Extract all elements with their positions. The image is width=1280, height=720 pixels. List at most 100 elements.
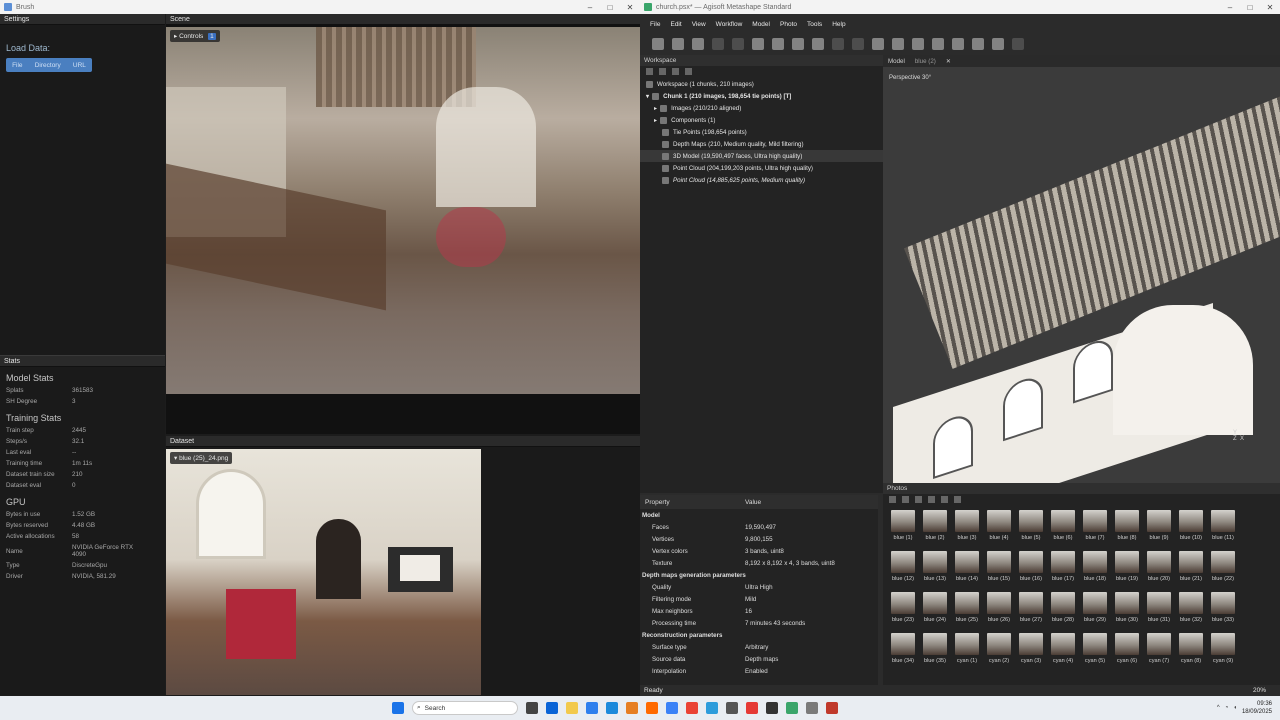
photo-thumbnail[interactable]: blue (1) [887, 510, 919, 547]
photo-thumbnail[interactable]: blue (8) [1111, 510, 1143, 547]
menu-model[interactable]: Model [752, 21, 770, 28]
navigate-icon[interactable] [912, 38, 924, 50]
photo-thumbnail[interactable]: blue (13) [919, 551, 951, 588]
close-icon[interactable]: ✕ [941, 58, 956, 65]
camera-icon[interactable] [992, 38, 1004, 50]
mail-icon[interactable] [706, 702, 718, 714]
crop-icon[interactable] [852, 38, 864, 50]
photo-thumbnail[interactable]: blue (16) [1015, 551, 1047, 588]
minimize-icon[interactable]: – [1220, 3, 1240, 12]
view-mode-icon[interactable] [954, 496, 961, 503]
tree-item[interactable]: Point Cloud (204,199,203 points, Ultra h… [640, 162, 883, 174]
close-icon[interactable]: ✕ [1260, 3, 1280, 12]
pointer-icon[interactable] [752, 38, 764, 50]
add-photo-icon[interactable] [889, 496, 896, 503]
photo-thumbnail[interactable]: blue (2) [919, 510, 951, 547]
menu-view[interactable]: View [692, 21, 706, 28]
ortho-icon[interactable] [1012, 38, 1024, 50]
region-icon[interactable] [792, 38, 804, 50]
menu-help[interactable]: Help [832, 21, 845, 28]
minimize-icon[interactable]: – [580, 3, 600, 12]
new-icon[interactable] [652, 38, 664, 50]
model-shading-icon[interactable] [972, 38, 984, 50]
photo-thumbnail[interactable]: cyan (4) [1047, 633, 1079, 670]
photo-thumbnail[interactable]: blue (3) [951, 510, 983, 547]
remove-icon[interactable] [672, 68, 679, 75]
photo-thumbnail[interactable]: blue (26) [983, 592, 1015, 629]
zoom-in-icon[interactable] [872, 38, 884, 50]
photo-thumbnail[interactable]: blue (25) [951, 592, 983, 629]
delete-icon[interactable] [832, 38, 844, 50]
photo-thumbnail[interactable]: blue (18) [1079, 551, 1111, 588]
open-icon[interactable] [672, 38, 684, 50]
photo-thumbnail[interactable]: blue (34) [887, 633, 919, 670]
chevron-up-icon[interactable]: ^ [1217, 705, 1220, 711]
url-button[interactable]: URL [73, 62, 86, 69]
clock[interactable]: 09:36 18/09/2025 [1242, 700, 1272, 716]
recorder-icon[interactable] [826, 702, 838, 714]
store-icon[interactable] [586, 702, 598, 714]
tree-item[interactable]: Point Cloud (14,885,625 points, Medium q… [640, 174, 883, 186]
shape-icon[interactable] [812, 38, 824, 50]
add-chunk-icon[interactable] [646, 68, 653, 75]
photo-thumbnail[interactable]: blue (28) [1047, 592, 1079, 629]
outlook-icon[interactable] [546, 702, 558, 714]
tree-item[interactable]: Depth Maps (210, Medium quality, Mild fi… [640, 138, 883, 150]
tree-item[interactable]: Tie Points (198,654 points) [640, 126, 883, 138]
photo-thumbnail[interactable]: blue (21) [1175, 551, 1207, 588]
rect-select-icon[interactable] [772, 38, 784, 50]
photo-thumbnail[interactable]: blue (20) [1143, 551, 1175, 588]
vlc-icon[interactable] [626, 702, 638, 714]
taskbar-search[interactable]: ⌕ Search [412, 701, 518, 715]
menu-file[interactable]: File [650, 21, 660, 28]
photo-thumbnail[interactable]: blue (5) [1015, 510, 1047, 547]
metashape-taskbar-icon[interactable] [786, 702, 798, 714]
photo-thumbnail[interactable]: blue (24) [919, 592, 951, 629]
photo-thumbnail[interactable]: blue (15) [983, 551, 1015, 588]
tree-item[interactable]: ▸ Images (210/210 aligned) [640, 102, 883, 114]
redo-icon[interactable] [732, 38, 744, 50]
photo-thumbnail[interactable]: blue (6) [1047, 510, 1079, 547]
filter-icon[interactable] [941, 496, 948, 503]
file-button[interactable]: File [12, 62, 22, 69]
brush-taskbar-icon[interactable] [806, 702, 818, 714]
cameras-icon[interactable] [932, 38, 944, 50]
edge-icon[interactable] [666, 702, 678, 714]
menu-tools[interactable]: Tools [807, 21, 822, 28]
tab-model[interactable]: Model [883, 58, 910, 65]
photo-thumbnail[interactable]: blue (12) [887, 551, 919, 588]
close-icon[interactable]: ✕ [620, 3, 640, 12]
chrome-icon[interactable] [686, 702, 698, 714]
remove-photo-icon[interactable] [902, 496, 909, 503]
zoom-out-icon[interactable] [892, 38, 904, 50]
file-explorer-icon[interactable] [566, 702, 578, 714]
maximize-icon[interactable]: □ [1240, 3, 1260, 12]
photo-thumbnail[interactable]: cyan (2) [983, 633, 1015, 670]
tree-root[interactable]: Workspace (1 chunks, 210 images) [640, 78, 883, 90]
tree-item[interactable]: 3D Model (19,590,497 faces, Ultra high q… [640, 150, 883, 162]
menu-edit[interactable]: Edit [670, 21, 681, 28]
grid-icon[interactable] [952, 38, 964, 50]
directory-button[interactable]: Directory [35, 62, 61, 69]
photo-thumbnail[interactable]: blue (33) [1207, 592, 1239, 629]
photo-thumbnail[interactable]: cyan (5) [1079, 633, 1111, 670]
tree-chunk[interactable]: ▾ Chunk 1 (210 images, 198,654 tie points… [640, 90, 883, 102]
photo-thumbnail[interactable]: blue (30) [1111, 592, 1143, 629]
start-icon[interactable] [392, 702, 404, 714]
photo-thumbnail[interactable]: blue (11) [1207, 510, 1239, 547]
maximize-icon[interactable]: □ [600, 3, 620, 12]
photo-thumbnail[interactable]: cyan (1) [951, 633, 983, 670]
terminal-icon[interactable] [766, 702, 778, 714]
tab-photo[interactable]: blue (2) [910, 58, 941, 65]
tree-item[interactable]: ▸ Components (1) [640, 114, 883, 126]
photo-thumbnail[interactable]: blue (19) [1111, 551, 1143, 588]
photo-thumbnail[interactable]: blue (9) [1143, 510, 1175, 547]
photo-thumbnail[interactable]: cyan (3) [1015, 633, 1047, 670]
photo-thumbnail[interactable]: blue (27) [1015, 592, 1047, 629]
photo-thumbnail[interactable]: blue (17) [1047, 551, 1079, 588]
photo-thumbnail[interactable]: blue (4) [983, 510, 1015, 547]
network-icon[interactable]: ◔ [1225, 705, 1229, 711]
add-photos-icon[interactable] [659, 68, 666, 75]
photo-thumbnail[interactable]: blue (31) [1143, 592, 1175, 629]
photo-thumbnail[interactable]: blue (10) [1175, 510, 1207, 547]
